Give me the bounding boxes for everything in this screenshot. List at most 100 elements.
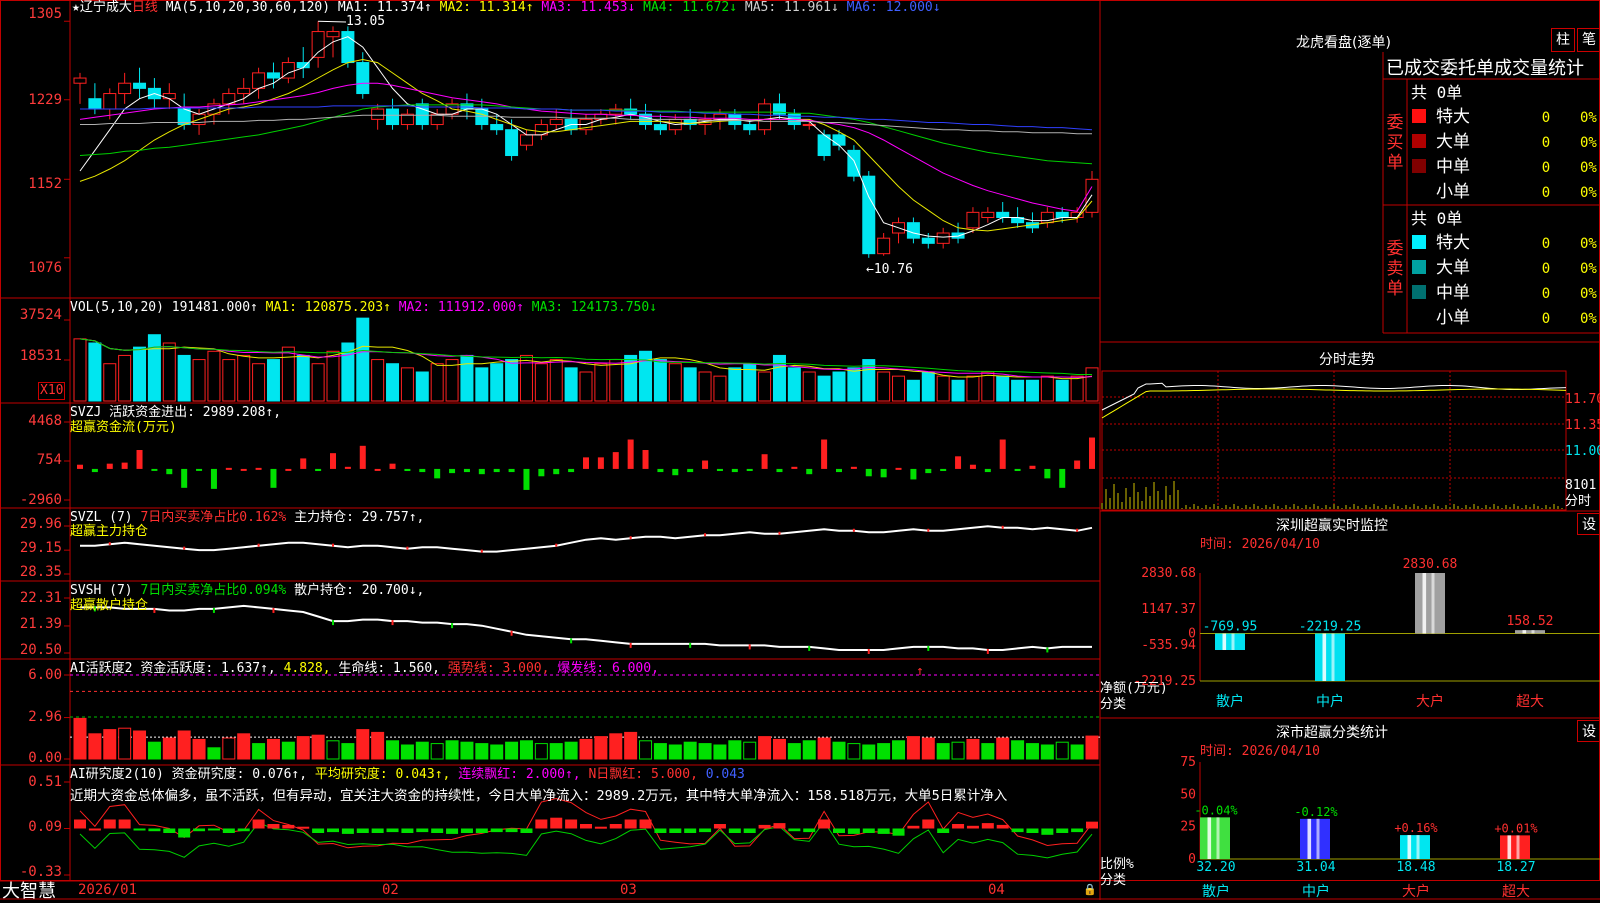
candle-body — [877, 237, 891, 255]
hold-marker — [1001, 525, 1004, 529]
buy-row-label: 中单 — [1436, 157, 1470, 177]
fund-flow-bar — [969, 464, 976, 469]
volume-bar — [683, 367, 697, 402]
ai-active-e: 爆发线: 6.000, — [557, 661, 659, 676]
volume-bar — [133, 346, 147, 402]
activity-bar — [921, 737, 935, 760]
monitor-settings-button[interactable]: 设 — [1577, 513, 1600, 535]
activity-bar — [326, 740, 340, 760]
star-icon[interactable]: ★ — [72, 0, 80, 15]
vol-tick-0: 37524 — [19, 307, 62, 323]
classify-bar-0-shine — [1216, 817, 1220, 859]
buy-row-label: 特大 — [1436, 107, 1470, 127]
volume-bar — [996, 375, 1010, 402]
volume-bar — [103, 363, 117, 402]
activity-bar — [877, 743, 891, 760]
research-bar — [907, 825, 920, 829]
research-bar — [1041, 828, 1054, 835]
classify-ytick: 50 — [1180, 787, 1196, 802]
research-bar — [431, 828, 444, 833]
activity-bar — [1011, 740, 1025, 760]
volume-bar — [668, 363, 682, 402]
volume-bar — [252, 363, 266, 402]
monitor-ytick: -535.94 — [1141, 638, 1196, 653]
buy-row-value: 0 — [1542, 135, 1550, 151]
activity-bar — [371, 731, 385, 760]
research-bar — [952, 824, 965, 829]
classify-bar-0 — [1200, 817, 1230, 859]
volume-bar — [460, 354, 474, 402]
bar-mode-button[interactable]: 柱 — [1551, 28, 1575, 52]
fund-flow-bar — [255, 467, 262, 470]
hold-marker — [257, 543, 260, 547]
candle-body — [936, 232, 950, 244]
vol-ma1: MA1: 120875.203↑ — [265, 300, 391, 315]
period-label[interactable]: 日线 — [132, 0, 158, 15]
stock-name[interactable]: 辽宁成大 — [80, 0, 132, 15]
ma-line-ma2 — [79, 58, 1093, 232]
activity-bar — [1085, 735, 1099, 760]
fund-flow-bar — [672, 468, 679, 476]
hold-marker — [480, 549, 483, 553]
volume-bar — [921, 371, 935, 402]
monitor-bar-1-shine — [1331, 633, 1335, 681]
activity-bar — [490, 744, 504, 760]
classify-settings-button[interactable]: 设 — [1577, 720, 1600, 742]
monitor-value-label: 2830.68 — [1403, 557, 1458, 572]
fund-flow-bar — [106, 463, 113, 469]
classify-bar-2-shine — [1416, 835, 1420, 859]
classify-cat-label: 超大 — [1502, 884, 1530, 900]
fund-flow-bar — [181, 468, 188, 488]
research-bar — [401, 828, 414, 833]
intraday-tick-0: 11.70 — [1565, 392, 1600, 407]
classify-change-label: +0.16% — [1394, 821, 1438, 835]
volume-bar — [371, 359, 385, 402]
activity-bar — [668, 744, 682, 760]
ma-line-ma1 — [79, 36, 1093, 238]
volume-bar — [400, 367, 414, 402]
research-bar — [312, 828, 325, 833]
monitor-ytick: 1147.37 — [1141, 602, 1196, 617]
fund-flow-bar — [359, 445, 366, 469]
svzj-header: SVZJ 活跃资金进出: 2989.208↑, — [70, 405, 281, 421]
activity-bar — [1040, 744, 1054, 760]
fund-flow-bar — [597, 457, 604, 469]
fund-flow-bar — [196, 468, 203, 471]
volume-bar — [817, 375, 831, 402]
ma-title: MA(5,10,20,30,60,120) — [165, 0, 331, 15]
sell-row-value: 0 — [1542, 261, 1550, 277]
volume-bar — [698, 371, 712, 402]
classify-bar-3-shine — [1507, 835, 1512, 859]
svzj-tick-2: -2960 — [19, 492, 62, 508]
hold-marker — [808, 645, 811, 651]
candle-body — [133, 82, 147, 89]
intraday-title[interactable]: 分时走势 — [1319, 349, 1375, 369]
hold-marker — [332, 543, 334, 547]
sell-row-pct: 0% — [1580, 286, 1597, 302]
fund-flow-bar — [999, 439, 1006, 469]
svzl-sub: 超赢主力持仓 — [70, 524, 149, 539]
stroke-mode-button[interactable]: 笔 — [1577, 28, 1600, 52]
activity-bar — [400, 744, 414, 760]
buy-legend-swatch — [1412, 134, 1426, 148]
fund-flow-bar — [955, 456, 962, 469]
volume-bar — [802, 371, 816, 402]
classify-value-label: 18.27 — [1496, 860, 1535, 875]
classify-ytick: 0 — [1188, 852, 1196, 867]
hold-marker — [986, 648, 989, 654]
lock-icon[interactable]: 🔒 — [1083, 882, 1097, 898]
volume-bar — [73, 338, 87, 402]
svsh-title: SVSH (7) — [70, 583, 133, 598]
activity-bar — [430, 743, 444, 760]
candle-body — [266, 72, 280, 79]
fund-flow-bar — [136, 450, 143, 469]
classify-bar-3 — [1500, 835, 1530, 859]
activity-bar — [88, 733, 102, 760]
fund-flow-bar — [210, 468, 217, 489]
research-bar — [490, 828, 503, 833]
volume-bar — [639, 350, 653, 402]
sell-row-value: 0 — [1542, 236, 1550, 252]
volume-bar — [192, 359, 206, 402]
candle-body — [847, 149, 861, 177]
candle-body — [103, 93, 117, 110]
